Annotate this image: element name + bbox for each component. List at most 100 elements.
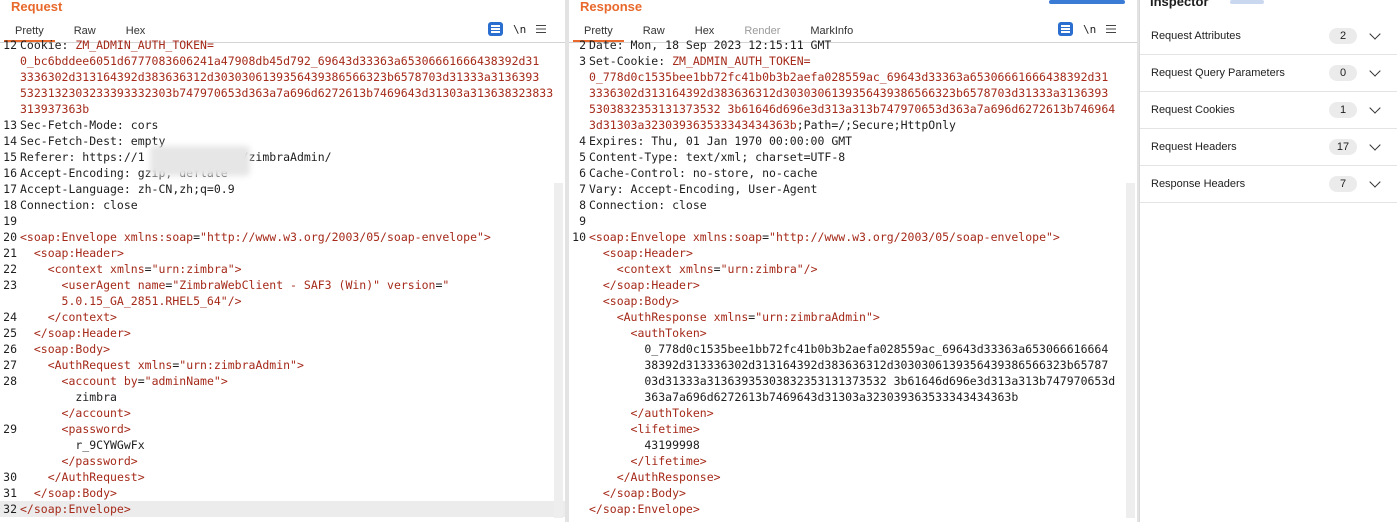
- word-wrap-icon[interactable]: [488, 22, 503, 36]
- line-number: 27: [3, 358, 17, 372]
- request-code-line: 5.0.15_GA_2851.RHEL5_64"/>: [0, 293, 565, 309]
- word-wrap-icon[interactable]: [1058, 22, 1073, 36]
- newline-toggle[interactable]: \n: [513, 23, 526, 36]
- code-token: >: [1052, 230, 1060, 244]
- request-code-line: r_9CYWGwFx: [0, 437, 565, 453]
- line-text: 5303832353131373532 3b61646d696e3d313a31…: [589, 101, 1137, 117]
- code-token: 0_778d0c1535bee1bb72fc41b0b3b2aefa028559…: [589, 70, 1109, 84]
- request-title: Request: [11, 0, 63, 14]
- response-code-line: 43199998: [569, 437, 1137, 453]
- code-token: r_9CYWGwFx: [20, 438, 145, 452]
- line-number: 29: [3, 422, 17, 436]
- line-number: 9: [579, 214, 586, 228]
- line-number: 18: [3, 198, 17, 212]
- response-scrollbar[interactable]: [1126, 183, 1135, 518]
- inspector-section[interactable]: Response Headers 7: [1140, 166, 1397, 203]
- code-token: xmlns: [137, 358, 173, 372]
- code-token: Sec-Fetch-Mode: cors: [20, 118, 159, 132]
- response-code-line: 3d31303a323039363533343434363b;Path=/;Se…: [569, 117, 1137, 133]
- response-code-line: 0_778d0c1535bee1bb72fc41b0b3b2aefa028559…: [569, 341, 1137, 357]
- request-code-line: 26 <soap:Body>: [0, 341, 565, 357]
- code-token: 38392d313336302d313164392d383636312d3030…: [589, 358, 1109, 372]
- line-number: 5: [579, 150, 586, 164]
- line-text: </soap:Body>: [589, 485, 1137, 501]
- line-number: [569, 101, 589, 117]
- code-token: <soap:Body>: [602, 294, 680, 308]
- request-code-line: </account>: [0, 405, 565, 421]
- inspector-section[interactable]: Request Cookies 1: [1140, 92, 1397, 129]
- code-token: </soap:Header>: [33, 326, 131, 340]
- code-token: Connection: close: [20, 198, 138, 212]
- line-text: </authToken>: [589, 405, 1137, 421]
- request-code-line: zimbra: [0, 389, 565, 405]
- line-text: Connection: close: [589, 197, 1137, 213]
- code-token: 03d31333a31363935303832353131373532 3b61…: [589, 374, 1116, 388]
- request-code-line: 313937363b: [0, 101, 565, 117]
- code-token: </password>: [61, 454, 138, 468]
- line-text: r_9CYWGwFx: [20, 437, 565, 453]
- code-token: </lifetime>: [630, 454, 707, 468]
- line-text: Referer: https://1 7071/zimbraAdmin/: [20, 149, 565, 165]
- request-code-line: 14 Sec-Fetch-Dest: empty: [0, 133, 565, 149]
- code-token: <password>: [61, 422, 131, 436]
- request-editor[interactable]: 12 Cookie: ZM_ADMIN_AUTH_TOKEN= 0_bc6bddee…: [0, 37, 565, 517]
- menu-icon[interactable]: [536, 24, 547, 34]
- request-code-line: 12 Cookie: ZM_ADMIN_AUTH_TOKEN=: [0, 37, 565, 53]
- request-code-line: 31 </soap:Body>: [0, 485, 565, 501]
- response-code-line: 38392d313336302d313164392d383636312d3030…: [569, 357, 1137, 373]
- line-number: [569, 69, 589, 85]
- line-text: </soap:Header>: [589, 277, 1137, 293]
- line-text: <AuthRequest xmlns="urn:zimbraAdmin">: [20, 357, 565, 373]
- menu-icon[interactable]: [1106, 24, 1117, 34]
- view-toggle[interactable]: [1049, 0, 1125, 4]
- line-number: 22: [3, 262, 17, 276]
- response-tools: \n: [1058, 22, 1117, 36]
- line-number: 8: [579, 198, 586, 212]
- response-code-line: </authToken>: [569, 405, 1137, 421]
- line-text: 0_778d0c1535bee1bb72fc41b0b3b2aefa028559…: [589, 341, 1137, 357]
- response-code-line: </soap:Header>: [569, 277, 1137, 293]
- code-token: version: [387, 278, 436, 292]
- response-editor[interactable]: 2 Date: Mon, 18 Sep 2023 12:15:11 GMT 3 Set…: [569, 37, 1137, 517]
- request-scrollbar[interactable]: [554, 183, 563, 518]
- response-code-line: <soap:Header>: [569, 245, 1137, 261]
- code-token: />: [227, 294, 242, 308]
- line-number: 28: [3, 374, 17, 388]
- response-code-line: 0_778d0c1535bee1bb72fc41b0b3b2aefa028559…: [569, 69, 1137, 85]
- line-number: 19: [3, 214, 17, 228]
- inspector-section[interactable]: Request Attributes 2: [1140, 18, 1397, 55]
- line-number: 15: [3, 150, 17, 164]
- inspector-section-label: Request Query Parameters: [1151, 67, 1285, 79]
- line-text: 38392d313336302d313164392d383636312d3030…: [589, 357, 1137, 373]
- line-text: <userAgent name="ZimbraWebClient - SAF3 …: [20, 277, 565, 293]
- line-number: 23: [3, 278, 17, 292]
- line-text: 5323132303233393332303b747970653d363a7a6…: [20, 85, 565, 101]
- inspector-section[interactable]: Request Headers 17: [1140, 129, 1397, 166]
- request-code-line: 27 <AuthRequest xmlns="urn:zimbraAdmin">: [0, 357, 565, 373]
- chevron-down-icon[interactable]: [1369, 176, 1381, 188]
- code-token: ": [442, 278, 450, 292]
- line-text: Sec-Fetch-Dest: empty: [20, 133, 565, 149]
- code-token: 0_bc6bddee6051d6777083606241a47908db45d7…: [20, 54, 540, 68]
- line-text: 03d31333a31363935303832353131373532 3b61…: [589, 373, 1137, 389]
- request-code-line: 18 Connection: close: [0, 197, 565, 213]
- chevron-down-icon[interactable]: [1369, 139, 1381, 151]
- chevron-down-icon[interactable]: [1369, 28, 1381, 40]
- code-token: Set-Cookie:: [589, 54, 673, 68]
- newline-toggle[interactable]: \n: [1083, 23, 1096, 36]
- line-number: [0, 405, 20, 421]
- request-code-line: 28 <account by="adminName">: [0, 373, 565, 389]
- line-number: 21: [3, 246, 17, 260]
- chevron-down-icon[interactable]: [1369, 102, 1381, 114]
- request-code-line: 23 <userAgent name="ZimbraWebClient - SA…: [0, 277, 565, 293]
- code-token: >: [220, 374, 228, 388]
- inspector-section[interactable]: Request Query Parameters 0: [1140, 55, 1397, 92]
- chevron-down-icon[interactable]: [1369, 65, 1381, 77]
- code-token: </soap:Envelope>: [20, 502, 131, 516]
- layout-toggle[interactable]: [1230, 0, 1264, 4]
